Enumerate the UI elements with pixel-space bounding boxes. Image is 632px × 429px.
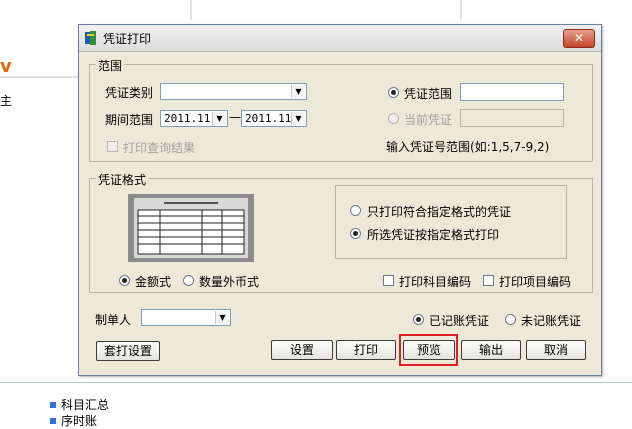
voucher-print-dialog: 凭证打印 ✕ 范围 凭证类别 ▼ 期间范围 2011.11 ▼ — 2011.1… — [78, 24, 602, 376]
dialog-titlebar[interactable]: 凭证打印 ✕ — [79, 25, 601, 52]
print-button[interactable]: 打印 — [336, 340, 396, 360]
dropdown-arrow-icon[interactable]: ▼ — [212, 112, 226, 125]
period-dash: — — [229, 110, 241, 124]
creator-select[interactable]: ▼ — [141, 309, 231, 326]
posted-voucher-radio[interactable] — [413, 314, 424, 325]
voucher-format-preview-image — [128, 194, 254, 262]
only-matching-format-radio[interactable] — [350, 205, 361, 216]
amount-format-radio[interactable] — [119, 275, 130, 286]
preview-highlight-box — [399, 334, 458, 366]
dropdown-arrow-icon[interactable]: ▼ — [291, 85, 305, 98]
foreign-format-label: 数量外币式 — [199, 275, 260, 289]
period-from-select[interactable]: 2011.11 ▼ — [160, 110, 228, 127]
bullet-icon — [50, 401, 56, 408]
posted-voucher-label: 已记账凭证 — [429, 314, 490, 328]
background-divider — [460, 0, 462, 20]
dropdown-arrow-icon[interactable]: ▼ — [291, 112, 305, 125]
print-item-code-label: 打印项目编码 — [499, 275, 572, 289]
print-mode-box — [335, 185, 567, 259]
overprint-settings-button[interactable]: 套打设置 — [96, 341, 160, 361]
all-by-format-label: 所选凭证按指定格式打印 — [367, 228, 500, 242]
all-by-format-radio[interactable] — [350, 228, 361, 239]
voucher-type-select[interactable]: ▼ — [160, 83, 307, 100]
current-voucher-label: 当前凭证 — [404, 113, 453, 127]
print-query-result-label: 打印查询结果 — [123, 141, 196, 155]
unposted-voucher-radio[interactable] — [505, 314, 516, 325]
period-to-select[interactable]: 2011.11 ▼ — [241, 110, 307, 127]
nav-item-label: 序时账 — [61, 414, 98, 428]
nav-item-label: 科目汇总 — [61, 398, 110, 412]
range-group-legend: 范围 — [96, 57, 125, 74]
nav-item-subject-summary[interactable]: 科目汇总 — [50, 396, 109, 413]
voucher-type-label: 凭证类别 — [105, 86, 154, 100]
voucher-range-hint: 输入凭证号范围(如:1,5,7-9,2) — [386, 140, 550, 154]
voucher-range-label: 凭证范围 — [404, 87, 453, 101]
print-subject-code-label: 打印科目编码 — [399, 275, 472, 289]
background-divider — [190, 0, 192, 20]
background-text-fragment: 主 — [0, 94, 13, 108]
print-query-result-checkbox[interactable] — [107, 141, 118, 152]
current-voucher-radio[interactable] — [388, 113, 399, 124]
export-button[interactable]: 输出 — [461, 340, 521, 360]
background-heading-fragment: v — [0, 56, 12, 77]
foreign-format-radio[interactable] — [183, 275, 194, 286]
cancel-button[interactable]: 取消 — [526, 340, 586, 360]
unposted-voucher-label: 未记账凭证 — [521, 314, 582, 328]
dropdown-arrow-icon[interactable]: ▼ — [215, 311, 229, 324]
print-subject-code-checkbox[interactable] — [383, 275, 394, 286]
dialog-title: 凭证打印 — [103, 32, 152, 46]
voucher-range-radio[interactable] — [388, 87, 399, 98]
nav-item-journal[interactable]: 序时账 — [50, 412, 97, 429]
amount-format-label: 金额式 — [135, 275, 172, 289]
voucher-format-legend: 凭证格式 — [96, 171, 149, 188]
settings-button[interactable]: 设置 — [271, 340, 333, 360]
period-range-label: 期间范围 — [105, 113, 154, 127]
print-app-icon — [85, 31, 96, 45]
only-matching-format-label: 只打印符合指定格式的凭证 — [367, 205, 512, 219]
current-voucher-input[interactable] — [460, 109, 564, 127]
creator-label: 制单人 — [95, 313, 132, 327]
close-button[interactable]: ✕ — [563, 29, 595, 48]
voucher-range-input[interactable] — [460, 83, 564, 101]
print-item-code-checkbox[interactable] — [483, 275, 494, 286]
